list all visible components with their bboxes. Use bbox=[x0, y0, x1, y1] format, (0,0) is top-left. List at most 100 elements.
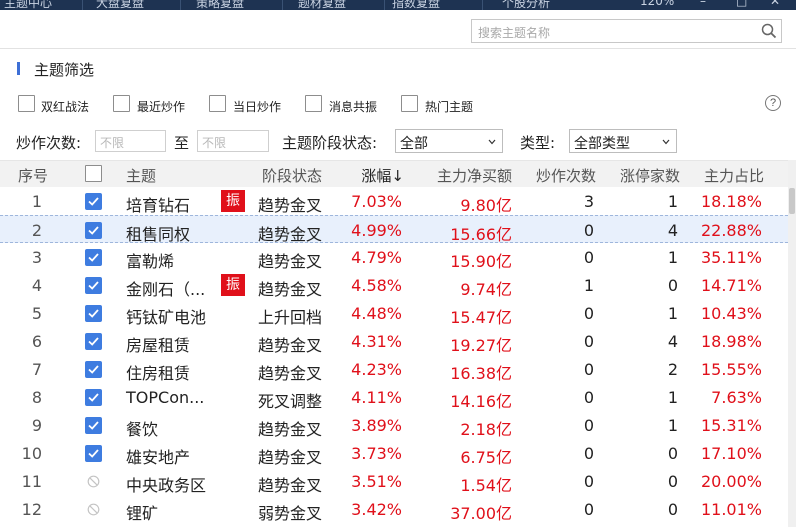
help-icon[interactable]: ? bbox=[765, 95, 781, 111]
col-header-theme[interactable]: 主题 bbox=[126, 165, 156, 186]
table-row[interactable]: 5 钙钛矿电池 上升回档 4.48% 15.47亿 0 1 10.43% bbox=[0, 299, 788, 327]
check-icon bbox=[88, 253, 99, 262]
row-checkbox-checked[interactable] bbox=[85, 305, 102, 322]
table-row[interactable]: 12 锂矿 弱势金叉 3.42% 37.00亿 0 0 11.01% bbox=[0, 495, 788, 523]
table-row[interactable]: 9 餐饮 趋势金叉 3.89% 2.18亿 0 1 15.31% bbox=[0, 411, 788, 439]
tab-strategy-review[interactable]: 策略复盘 bbox=[196, 0, 244, 10]
table-row[interactable]: 1 培育钻石 振趋势金叉 7.03% 9.80亿 3 1 18.18% bbox=[0, 187, 788, 215]
row-checkbox-checked[interactable] bbox=[85, 193, 102, 210]
filter-today-hype-checkbox[interactable] bbox=[209, 95, 226, 112]
tab-market-review[interactable]: 大盘复盘 bbox=[96, 0, 144, 10]
filter-news-resonance-label[interactable]: 消息共振 bbox=[329, 98, 377, 115]
minimize-button[interactable]: – bbox=[700, 0, 706, 8]
filter-hot-topic-label[interactable]: 热门主题 bbox=[425, 98, 473, 115]
row-checkbox-checked[interactable] bbox=[85, 277, 102, 294]
col-header-hype-count[interactable]: 炒作次数 bbox=[516, 165, 596, 186]
row-checkbox-checked[interactable] bbox=[85, 222, 102, 239]
filter-news-resonance-checkbox[interactable] bbox=[305, 95, 322, 112]
main-ratio: 11.01% bbox=[700, 500, 762, 519]
table-row[interactable]: 3 富勒烯 趋势金叉 4.79% 15.90亿 0 1 35.11% bbox=[0, 243, 788, 271]
table-row[interactable]: 2 租售同权 趋势金叉 4.99% 15.66亿 0 4 22.88% bbox=[0, 215, 788, 245]
theme-name[interactable]: 金刚石（... bbox=[126, 276, 205, 300]
zoom-level[interactable]: 120% bbox=[640, 0, 674, 8]
filter-recent-hype-checkbox[interactable] bbox=[113, 95, 130, 112]
chevron-down-icon bbox=[662, 139, 670, 145]
tab-divider bbox=[82, 0, 83, 10]
row-checkbox-checked[interactable] bbox=[85, 249, 102, 266]
table-row[interactable]: 6 房屋租赁 趋势金叉 4.31% 19.27亿 0 4 18.98% bbox=[0, 327, 788, 355]
stage-status: 上升回档 bbox=[258, 308, 323, 327]
filter-recent-hype-label[interactable]: 最近炒作 bbox=[137, 98, 185, 115]
col-header-no[interactable]: 序号 bbox=[18, 165, 48, 186]
limit-up-count: 4 bbox=[667, 332, 678, 351]
tab-stock-analysis[interactable]: 个股分析 bbox=[502, 0, 550, 10]
tab-index-review[interactable]: 指数复盘 bbox=[392, 0, 440, 10]
row-checkbox-checked[interactable] bbox=[85, 389, 102, 406]
top-nav-bar: 主题中心 大盘复盘 策略复盘 题材复盘 指数复盘 个股分析 120% – □ ✕ bbox=[0, 0, 796, 10]
filter-hot-topic-checkbox[interactable] bbox=[401, 95, 418, 112]
change-pct: 3.73% bbox=[351, 444, 402, 463]
tab-theme-center[interactable]: 主题中心 bbox=[4, 0, 52, 10]
theme-name[interactable]: 中央政务区 bbox=[126, 472, 206, 496]
header-divider bbox=[0, 48, 796, 49]
close-button[interactable]: ✕ bbox=[770, 0, 780, 8]
table-row[interactable]: 7 住房租赁 趋势金叉 4.23% 16.38亿 0 2 15.55% bbox=[0, 355, 788, 383]
change-pct: 4.31% bbox=[351, 332, 402, 351]
hype-count-min-input[interactable]: 不限 bbox=[95, 130, 166, 152]
hype-count: 0 bbox=[583, 304, 594, 323]
theme-name[interactable]: TOPCon... bbox=[126, 388, 204, 407]
hype-count: 1 bbox=[583, 276, 594, 295]
theme-name[interactable]: 培育钻石 bbox=[126, 192, 190, 216]
table-row[interactable]: 8 TOPCon... 死叉调整 4.11% 14.16亿 0 1 7.63% bbox=[0, 383, 788, 411]
change-pct: 3.89% bbox=[351, 416, 402, 435]
row-index: 6 bbox=[31, 332, 42, 351]
select-all-checkbox[interactable] bbox=[85, 165, 102, 182]
row-checkbox-checked[interactable] bbox=[85, 417, 102, 434]
theme-name[interactable]: 雄安地产 bbox=[126, 444, 190, 468]
hype-count-max-input[interactable]: 不限 bbox=[197, 130, 269, 152]
hype-count-label: 炒作次数: bbox=[16, 134, 82, 152]
vertical-scrollbar[interactable] bbox=[788, 160, 796, 527]
table-row[interactable]: 4 金刚石（... 振趋势金叉 4.58% 9.74亿 1 0 14.71% bbox=[0, 271, 788, 299]
net-buy-amount: 37.00亿 bbox=[450, 504, 512, 523]
scrollbar-thumb[interactable] bbox=[789, 188, 795, 214]
row-checkbox-checked[interactable] bbox=[85, 361, 102, 378]
table-row[interactable]: 10 雄安地产 趋势金叉 3.73% 6.75亿 0 0 17.10% bbox=[0, 439, 788, 467]
filter-today-hype-label[interactable]: 当日炒作 bbox=[233, 98, 281, 115]
filter-double-red-checkbox[interactable] bbox=[18, 95, 35, 112]
tab-topic-review[interactable]: 题材复盘 bbox=[298, 0, 346, 10]
theme-name[interactable]: 富勒烯 bbox=[126, 248, 174, 272]
row-checkbox-checked[interactable] bbox=[85, 445, 102, 462]
theme-name[interactable]: 钙钛矿电池 bbox=[126, 304, 206, 328]
hype-count: 0 bbox=[583, 360, 594, 379]
type-select[interactable]: 全部类型 bbox=[569, 129, 677, 153]
theme-name[interactable]: 锂矿 bbox=[126, 500, 158, 524]
row-checkbox-checked[interactable] bbox=[85, 333, 102, 350]
maximize-button[interactable]: □ bbox=[736, 0, 747, 8]
main-ratio: 20.00% bbox=[700, 472, 762, 491]
search-icon[interactable] bbox=[761, 23, 777, 39]
col-header-stage[interactable]: 阶段状态 bbox=[262, 165, 322, 186]
theme-name[interactable]: 餐饮 bbox=[126, 416, 158, 440]
theme-name[interactable]: 租售同权 bbox=[126, 221, 190, 245]
stage-status-select[interactable]: 全部 bbox=[395, 129, 503, 153]
change-pct: 7.03% bbox=[351, 192, 402, 211]
check-icon bbox=[88, 281, 99, 290]
section-title-marker bbox=[17, 62, 20, 75]
col-header-change[interactable]: 涨幅↓ bbox=[340, 165, 404, 186]
type-value: 全部类型 bbox=[574, 136, 630, 152]
col-header-net-buy[interactable]: 主力净买额 bbox=[410, 165, 512, 186]
hype-count-min-placeholder: 不限 bbox=[100, 136, 125, 150]
filter-double-red-label[interactable]: 双红战法 bbox=[41, 98, 89, 115]
theme-name[interactable]: 住房租赁 bbox=[126, 360, 190, 384]
theme-name[interactable]: 房屋租赁 bbox=[126, 332, 190, 356]
col-header-main-ratio[interactable]: 主力占比 bbox=[684, 165, 764, 186]
table-row[interactable]: 11 中央政务区 趋势金叉 3.51% 1.54亿 0 0 20.00% bbox=[0, 467, 788, 495]
col-header-limit-up[interactable]: 涨停家数 bbox=[600, 165, 680, 186]
search-input[interactable]: 搜索主题名称 bbox=[471, 19, 782, 43]
limit-up-count: 1 bbox=[667, 192, 678, 211]
main-ratio: 15.31% bbox=[700, 416, 762, 435]
row-index: 2 bbox=[31, 221, 42, 240]
row-index: 1 bbox=[31, 192, 42, 211]
hype-count: 0 bbox=[583, 416, 594, 435]
